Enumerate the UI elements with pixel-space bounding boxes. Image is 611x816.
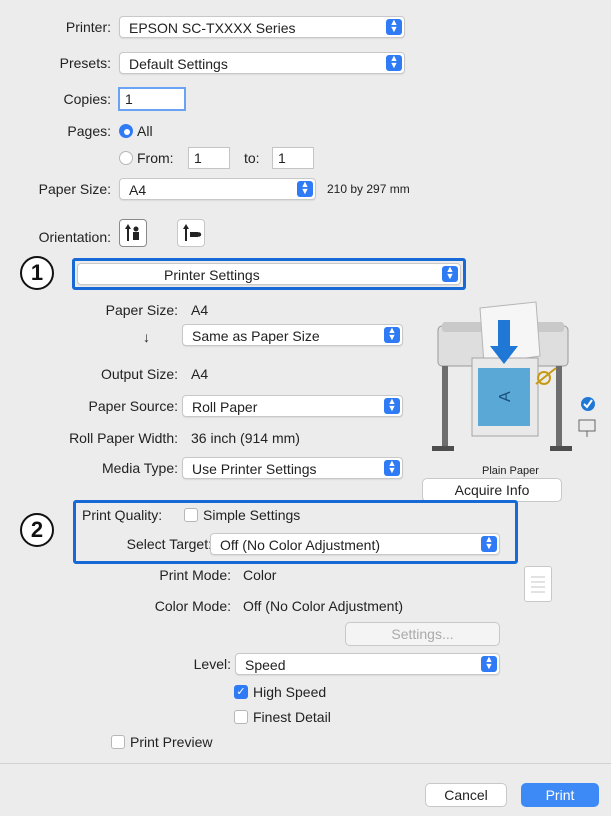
paper-size-label: Paper Size:: [38, 181, 111, 197]
pages-from-radio[interactable]: [119, 151, 133, 165]
media-type-popup[interactable]: Use Printer Settings ▲ ▼: [182, 457, 403, 479]
settings-paper-size-value: A4: [191, 302, 209, 318]
cancel-button[interactable]: Cancel: [425, 783, 507, 807]
print-preview-label: Print Preview: [130, 734, 213, 750]
level-popup[interactable]: Speed ▲ ▼: [235, 653, 500, 675]
popup-arrows-icon: ▲ ▼: [481, 655, 497, 672]
media-type-value: Use Printer Settings: [192, 461, 317, 477]
media-caption: Plain Paper: [482, 465, 539, 477]
copies-label: Copies:: [63, 91, 111, 107]
paper-size-dims: 210 by 297 mm: [327, 182, 410, 196]
popup-arrows-icon: ▲ ▼: [297, 180, 313, 197]
popup-arrows-icon: ▲ ▼: [384, 326, 400, 343]
scale-arrow-icon: ↓: [143, 329, 150, 345]
pages-label: Pages:: [67, 123, 111, 139]
orientation-label: Orientation:: [38, 229, 111, 245]
output-size-value: A4: [191, 366, 209, 382]
simple-settings-checkbox[interactable]: [184, 508, 198, 522]
annotation-marker-2: 2: [20, 513, 54, 547]
select-target-label: Select Target:: [126, 536, 212, 552]
roll-width-value: 36 inch (914 mm): [191, 430, 300, 446]
popup-arrows-icon: ▲ ▼: [384, 459, 400, 476]
popup-arrows-icon: ▲ ▼: [386, 54, 402, 71]
scale-value: Same as Paper Size: [192, 328, 320, 344]
footer-divider: [0, 763, 611, 764]
level-label: Level:: [193, 656, 231, 672]
pages-to-label: to:: [244, 150, 260, 166]
presets-popup[interactable]: Default Settings ▲ ▼: [119, 52, 405, 74]
color-settings-button[interactable]: Settings...: [345, 622, 500, 646]
annotation-marker-1: 1: [20, 256, 54, 290]
list-detail-icon[interactable]: [524, 566, 552, 602]
output-size-label: Output Size:: [100, 366, 178, 382]
pages-from-field[interactable]: 1: [188, 147, 230, 169]
paper-source-label: Paper Source:: [88, 398, 179, 414]
finest-detail-label: Finest Detail: [253, 709, 331, 725]
select-target-popup[interactable]: Off (No Color Adjustment) ▲ ▼: [210, 533, 500, 555]
paper-source-popup[interactable]: Roll Paper ▲ ▼: [182, 395, 403, 417]
color-mode-value: Off (No Color Adjustment): [243, 598, 404, 614]
scale-popup[interactable]: Same as Paper Size ▲ ▼: [182, 324, 403, 346]
pages-to-field[interactable]: 1: [272, 147, 314, 169]
print-mode-label: Print Mode:: [159, 567, 231, 583]
print-preview-checkbox[interactable]: [111, 735, 125, 749]
pages-all-label: All: [137, 123, 153, 139]
print-button[interactable]: Print: [521, 783, 599, 807]
print-quality-label: Print Quality:: [82, 507, 163, 523]
orientation-portrait-button[interactable]: [119, 219, 147, 247]
popup-arrows-icon: ▲ ▼: [384, 397, 400, 414]
color-mode-label: Color Mode:: [154, 598, 231, 614]
media-type-label: Media Type:: [101, 460, 178, 476]
acquire-info-button[interactable]: Acquire Info: [422, 478, 562, 502]
orientation-landscape-button[interactable]: [177, 219, 205, 247]
simple-settings-label: Simple Settings: [203, 507, 301, 523]
popup-arrows-icon: ▲ ▼: [386, 18, 402, 35]
printer-popup[interactable]: EPSON SC-TXXXX Series ▲ ▼: [119, 16, 405, 38]
select-target-value: Off (No Color Adjustment): [220, 537, 381, 553]
finest-detail-checkbox[interactable]: [234, 710, 248, 724]
presets-value: Default Settings: [129, 56, 228, 72]
presets-label: Presets:: [59, 55, 111, 71]
paper-size-popup[interactable]: A4 ▲ ▼: [119, 178, 316, 200]
roll-width-label: Roll Paper Width:: [69, 430, 178, 446]
pages-all-radio[interactable]: [119, 124, 133, 138]
portrait-icon: [125, 224, 139, 241]
landscape-icon: [183, 224, 202, 241]
paper-source-value: Roll Paper: [192, 399, 258, 415]
printer-value: EPSON SC-TXXXX Series: [129, 20, 296, 36]
printer-label: Printer:: [65, 19, 111, 35]
copies-field[interactable]: 1: [118, 87, 186, 111]
settings-paper-size-label: Paper Size:: [105, 302, 178, 318]
printer-illustration: A: [432, 301, 596, 451]
section-popup[interactable]: Printer Settings ▲ ▼: [77, 263, 461, 285]
paper-size-value: A4: [129, 182, 147, 198]
pages-from-label: From:: [137, 150, 174, 166]
svg-text:A: A: [497, 391, 514, 402]
high-speed-label: High Speed: [253, 684, 327, 700]
popup-arrows-icon: ▲ ▼: [481, 535, 497, 552]
print-mode-value: Color: [243, 567, 277, 583]
popup-arrows-icon: ▲ ▼: [442, 265, 458, 282]
level-value: Speed: [245, 657, 286, 673]
high-speed-checkbox[interactable]: ✓: [234, 685, 248, 699]
section-popup-value: Printer Settings: [164, 267, 260, 283]
